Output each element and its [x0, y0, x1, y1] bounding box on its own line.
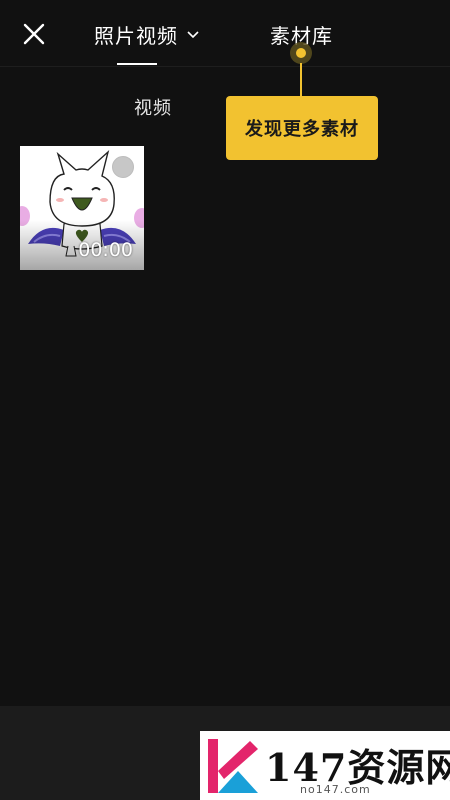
media-thumbnail[interactable]: 00:00 [20, 146, 144, 270]
tooltip-anchor-dot [290, 42, 312, 64]
top-bar: 照片视频 素材库 [0, 0, 450, 67]
watermark: 147资源网 no147.com [200, 731, 450, 800]
video-duration: 00:00 [78, 239, 133, 261]
chevron-down-icon [187, 31, 199, 39]
tab-photos-videos-label: 照片视频 [94, 23, 178, 48]
tab-photos-videos[interactable]: 照片视频 [94, 18, 200, 50]
active-tab-indicator [117, 63, 157, 65]
discover-more-tooltip[interactable]: 发现更多素材 [226, 96, 378, 160]
select-checkbox[interactable] [112, 156, 134, 178]
tooltip-text: 发现更多素材 [245, 119, 359, 140]
close-button[interactable] [16, 16, 52, 52]
close-icon [23, 23, 45, 45]
tooltip-connector [300, 63, 302, 97]
watermark-url: no147.com [300, 783, 371, 796]
section-title-video: 视频 [134, 98, 172, 119]
watermark-logo-icon [208, 739, 258, 793]
